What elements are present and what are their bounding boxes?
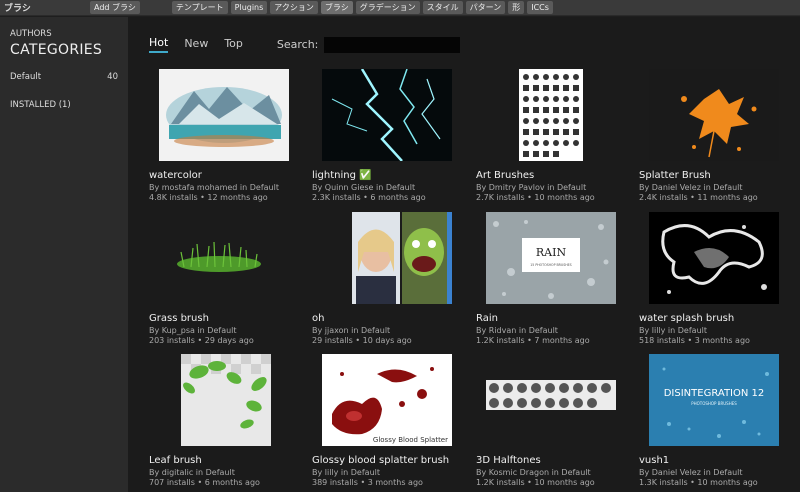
tab-plugins[interactable]: Plugins: [230, 1, 268, 14]
tab-gradients[interactable]: グラデーション: [355, 1, 420, 14]
brush-stats: 1.3K installs • 10 months ago: [639, 478, 758, 487]
sidebar-authors-link[interactable]: AUTHORS: [10, 29, 118, 39]
brush-card[interactable]: watercolor By mostafa mohamed in Default…: [149, 69, 309, 202]
brush-card[interactable]: RAIN 15 PHOTOSHOP BRUSHES Rain By Ridvan…: [476, 212, 636, 345]
search-input[interactable]: [324, 36, 461, 53]
vush-thumbnail: DISINTEGRATION 12 PHOTOSHOP BRUSHES: [649, 354, 779, 446]
brush-name[interactable]: lightning ✅: [312, 170, 472, 181]
leaf-thumbnail: [181, 354, 271, 446]
tab-templates[interactable]: テンプレート: [171, 1, 228, 14]
brush-card[interactable]: Art Brushes By Dmitry Pavlov in Default …: [476, 69, 636, 202]
tab-styles[interactable]: スタイル: [422, 1, 463, 14]
brush-name[interactable]: Rain: [476, 313, 636, 324]
brush-author: By Daniel Velez in Default: [639, 183, 743, 192]
brush-name[interactable]: Grass brush: [149, 313, 309, 324]
brush-author: By digitalic in Default: [149, 468, 235, 477]
water-splash-thumbnail: [649, 212, 779, 304]
brush-stats: 1.2K installs • 10 months ago: [476, 478, 595, 487]
sidebar-item-installed[interactable]: INSTALLED (1): [10, 100, 118, 110]
category-label: Default: [10, 72, 42, 82]
tab-top[interactable]: Top: [224, 37, 243, 52]
grass-thumbnail: [159, 212, 289, 304]
brush-author: By Ridvan in Default: [476, 326, 558, 335]
oh-thumbnail: [352, 212, 452, 304]
lightning-thumbnail: [322, 68, 452, 162]
tab-hot[interactable]: Hot: [149, 36, 169, 53]
tab-shapes[interactable]: 形: [508, 1, 525, 14]
add-brush-button[interactable]: Add ブラシ: [90, 1, 140, 14]
brush-name[interactable]: Glossy blood splatter brush: [312, 455, 472, 466]
blood-caption: Glossy Blood Splatter: [373, 436, 448, 444]
brush-name[interactable]: oh: [312, 313, 472, 324]
brush-author: By Dmitry Pavlov in Default: [476, 183, 587, 192]
brush-stats: 707 installs • 6 months ago: [149, 478, 260, 487]
brush-card[interactable]: DISINTEGRATION 12 PHOTOSHOP BRUSHES vush…: [639, 354, 799, 487]
brush-stats: 389 installs • 3 months ago: [312, 478, 423, 487]
sidebar-item-default[interactable]: Default 40: [10, 72, 118, 82]
brush-author: By lilly in Default: [312, 468, 380, 477]
vush-title: DISINTEGRATION 12: [664, 388, 765, 399]
rain-title: RAIN: [536, 246, 567, 259]
brush-stats: 4.8K installs • 12 months ago: [149, 193, 268, 202]
app-title: ブラシ: [4, 4, 31, 14]
tab-iccs[interactable]: ICCs: [527, 1, 553, 14]
sidebar: AUTHORS CATEGORIES Default 40 INSTALLED …: [0, 17, 128, 492]
halftones-thumbnail: [486, 354, 616, 446]
brush-card[interactable]: lightning ✅ By Quinn Giese in Default 2.…: [312, 68, 472, 202]
blood-splatter-thumbnail: Glossy Blood Splatter: [322, 354, 452, 446]
brush-card[interactable]: Glossy Blood Splatter Glossy blood splat…: [312, 354, 472, 487]
brush-card[interactable]: Splatter Brush By Daniel Velez in Defaul…: [639, 69, 799, 202]
brush-name[interactable]: Splatter Brush: [639, 170, 799, 181]
filter-tabs: Hot New Top Search:: [149, 36, 461, 53]
brush-name[interactable]: Leaf brush: [149, 455, 309, 466]
brush-author: By Kosmic Dragon in Default: [476, 468, 591, 477]
category-count: 40: [107, 72, 118, 82]
brush-author: By Daniel Velez in Default: [639, 468, 743, 477]
brush-author: By mostafa mohamed in Default: [149, 183, 279, 192]
tab-brushes[interactable]: ブラシ: [320, 1, 353, 14]
brush-card[interactable]: 3D Halftones By Kosmic Dragon in Default…: [476, 354, 636, 487]
tab-actions[interactable]: アクション: [270, 1, 318, 14]
brush-author: By Quinn Giese in Default: [312, 183, 416, 192]
brush-card[interactable]: water splash brush By lilly in Default 5…: [639, 212, 799, 345]
top-toolbar: ブラシ Add ブラシ テンプレート Plugins アクション ブラシ グラデ…: [0, 0, 800, 16]
rain-thumbnail: RAIN 15 PHOTOSHOP BRUSHES: [486, 212, 616, 304]
main-content: Hot New Top Search: watercolor By mostaf…: [128, 17, 800, 492]
brush-stats: 2.7K installs • 10 months ago: [476, 193, 595, 202]
brush-stats: 29 installs • 10 days ago: [312, 336, 412, 345]
brush-author: By jjaxon in Default: [312, 326, 391, 335]
brush-stats: 1.2K installs • 7 months ago: [476, 336, 590, 345]
brush-name[interactable]: water splash brush: [639, 313, 799, 324]
brush-card[interactable]: Leaf brush By digitalic in Default 707 i…: [149, 354, 309, 487]
watercolor-thumbnail: [159, 69, 289, 161]
brush-name[interactable]: vush1: [639, 455, 799, 466]
brush-stats: 2.4K installs • 11 months ago: [639, 193, 758, 202]
brush-name[interactable]: watercolor: [149, 170, 309, 181]
brush-card[interactable]: Grass brush By Kup_psa in Default 203 in…: [149, 212, 309, 345]
brush-author: By Kup_psa in Default: [149, 326, 237, 335]
brush-card[interactable]: oh By jjaxon in Default 29 installs • 10…: [312, 212, 472, 345]
art-brushes-thumbnail: [519, 69, 583, 161]
rain-subtitle: 15 PHOTOSHOP BRUSHES: [530, 263, 571, 267]
brush-stats: 518 installs • 3 months ago: [639, 336, 750, 345]
tab-new[interactable]: New: [184, 37, 208, 52]
splatter-thumbnail: [649, 69, 779, 161]
sidebar-categories-heading: CATEGORIES: [10, 42, 103, 58]
brush-author: By lilly in Default: [639, 326, 707, 335]
brush-name[interactable]: Art Brushes: [476, 170, 636, 181]
brush-stats: 2.3K installs • 6 months ago: [312, 193, 426, 202]
brush-name[interactable]: 3D Halftones: [476, 455, 636, 466]
brush-stats: 203 installs • 29 days ago: [149, 336, 254, 345]
vush-subtitle: PHOTOSHOP BRUSHES: [691, 401, 737, 406]
tab-patterns[interactable]: パターン: [465, 1, 506, 14]
search-label: Search:: [276, 38, 319, 51]
